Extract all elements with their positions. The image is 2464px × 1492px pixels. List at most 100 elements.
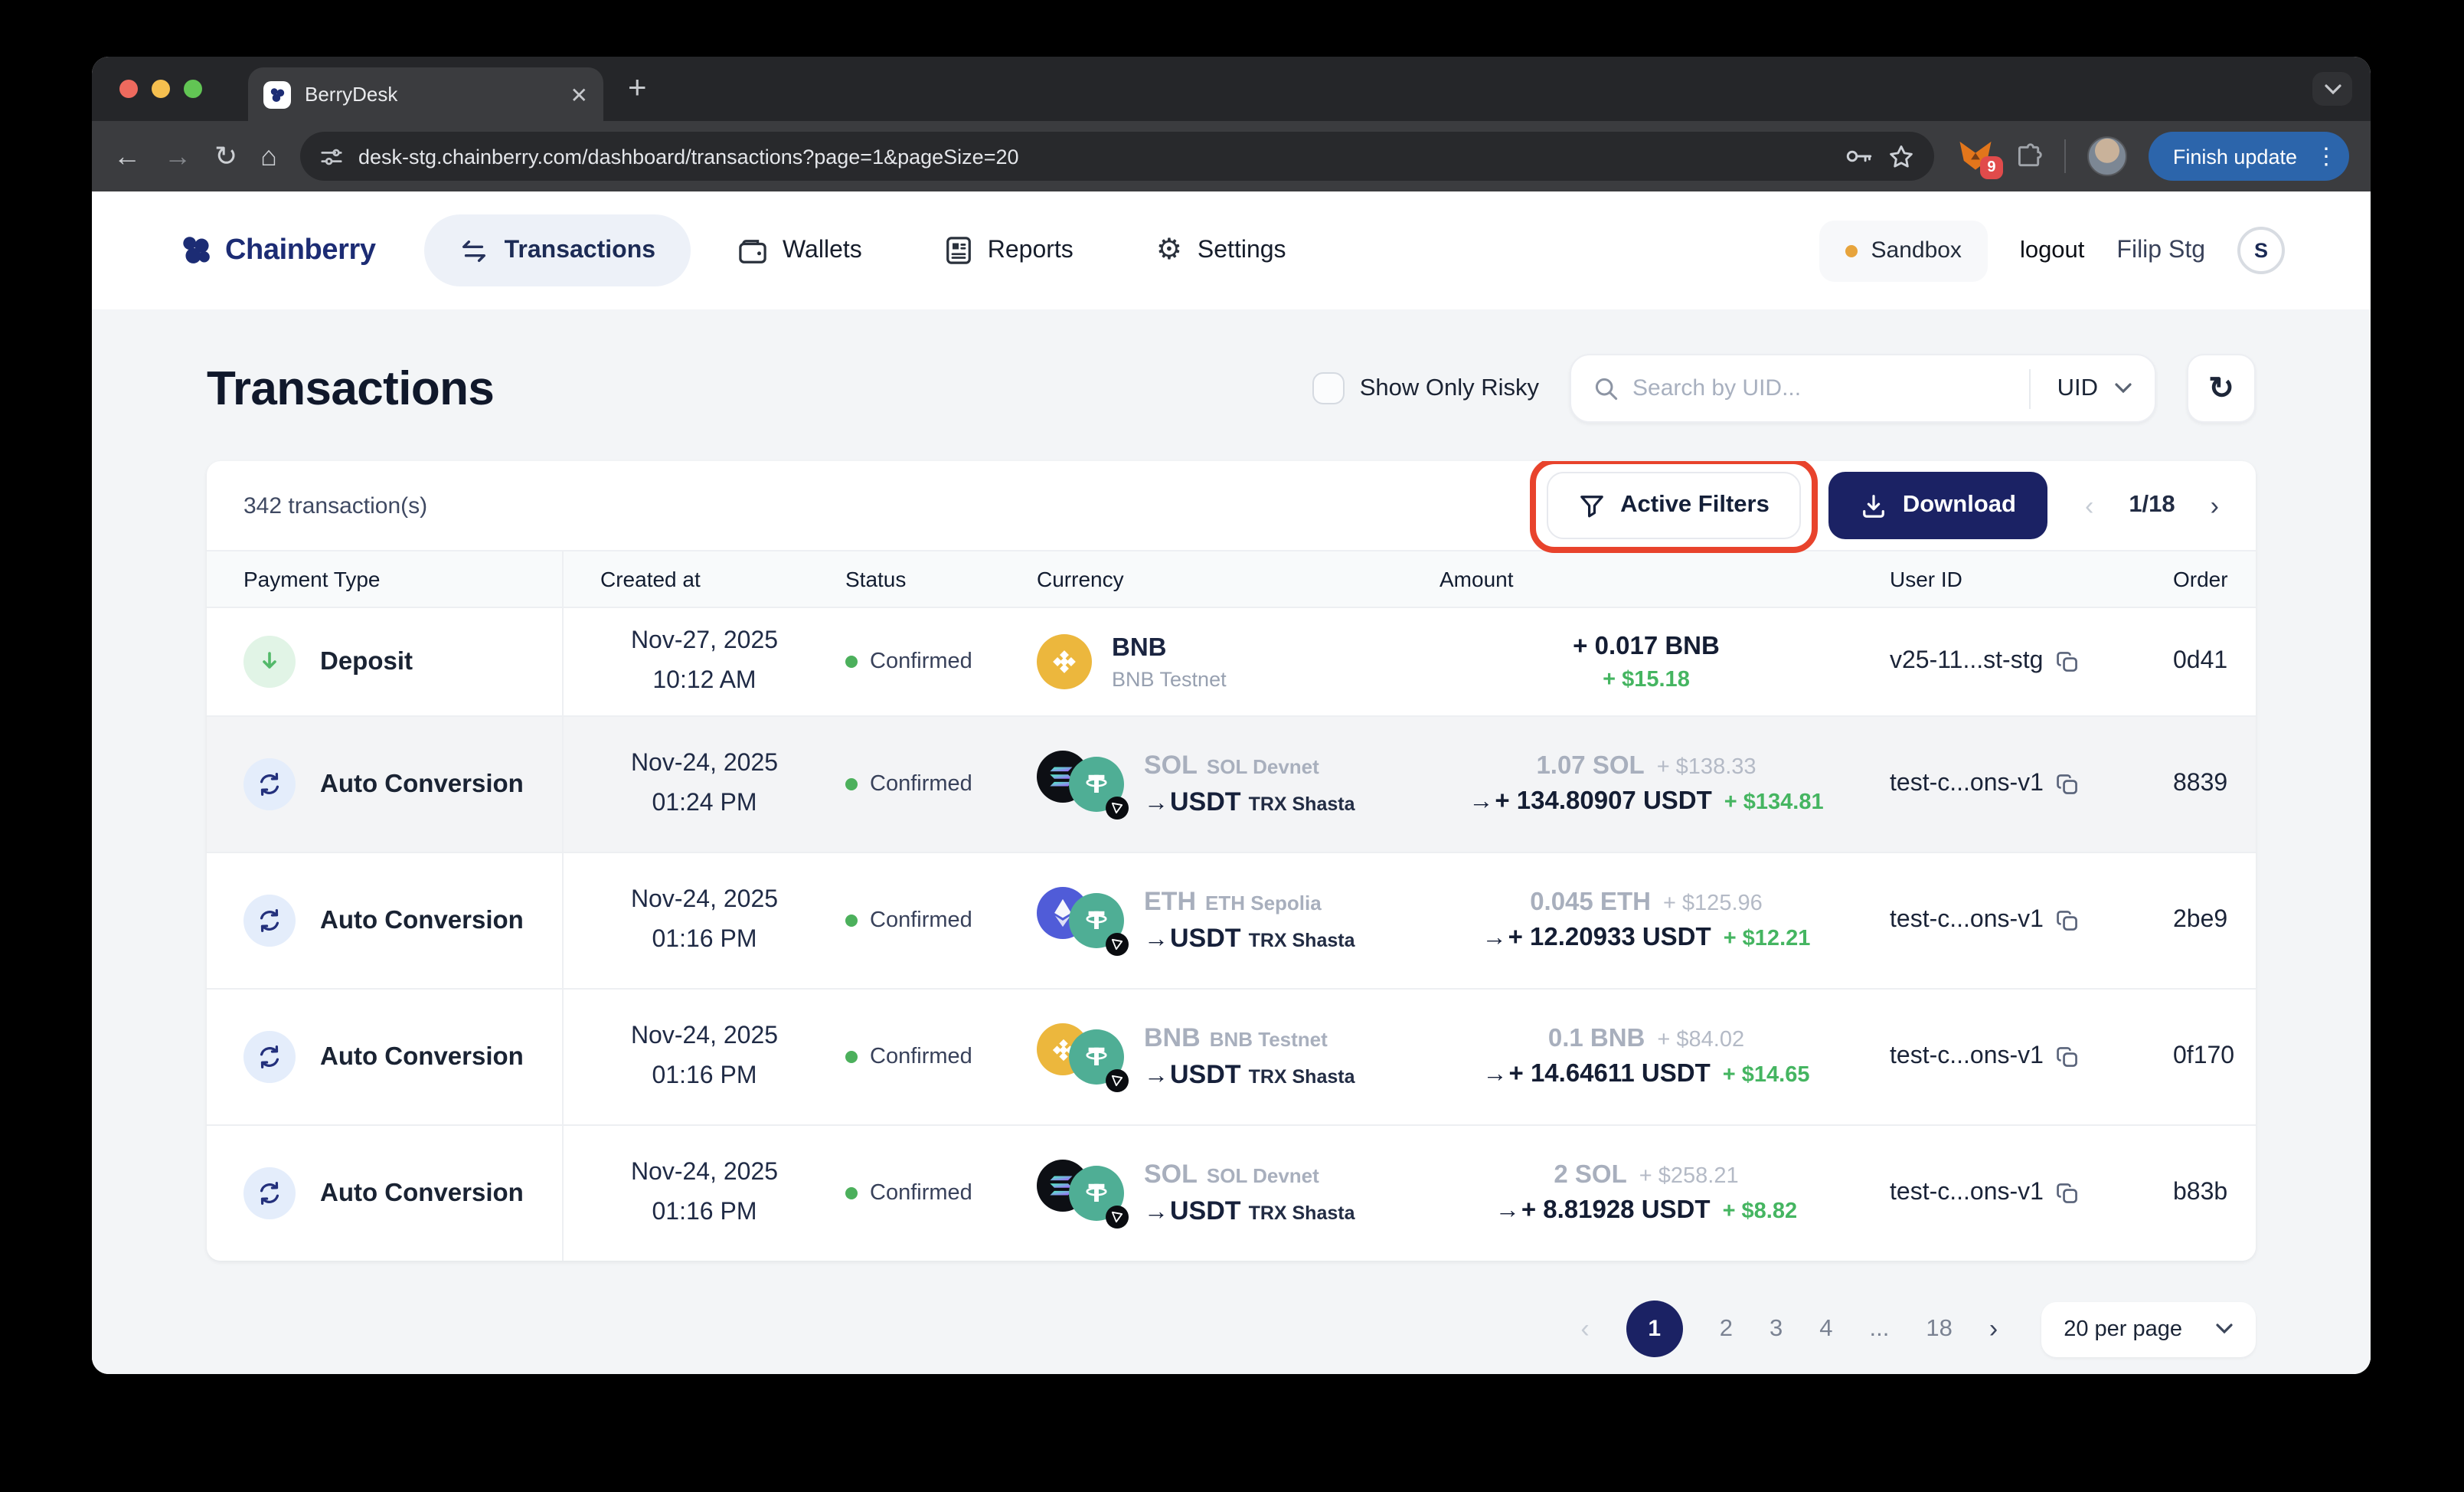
status-label: Confirmed	[870, 908, 972, 933]
header-right: Sandbox logout Filip Stg S	[1819, 220, 2285, 281]
nav-settings[interactable]: ⚙ Settings	[1121, 214, 1322, 286]
usdt-icon	[1069, 1166, 1129, 1229]
from-coin: ETH	[1144, 887, 1196, 916]
url-text[interactable]: desk-stg.chainberry.com/dashboard/transa…	[358, 145, 1830, 168]
toolbar-divider	[2064, 139, 2066, 173]
trx-badge-icon	[1106, 1206, 1129, 1229]
tab-close-icon[interactable]: ✕	[570, 83, 588, 105]
usdt-icon	[1069, 893, 1129, 956]
search-input[interactable]	[1632, 375, 2016, 401]
arrow-right-icon: →	[1482, 925, 1507, 951]
nav-reports[interactable]: Reports	[910, 214, 1109, 286]
window-controls[interactable]	[119, 80, 202, 98]
arrow-right-icon: →	[1469, 789, 1494, 815]
order-id-value: 2be9	[2173, 907, 2228, 933]
metamask-badge: 9	[1979, 156, 2003, 179]
user-avatar[interactable]: S	[2237, 227, 2285, 274]
new-tab-button[interactable]: +	[628, 70, 647, 107]
berrydesk-favicon	[263, 80, 291, 108]
chevron-down-icon[interactable]	[2115, 383, 2132, 394]
pagination-page-1[interactable]: 1	[1626, 1301, 1683, 1357]
to-amount: + 12.20933 USDT	[1508, 924, 1711, 951]
table-row[interactable]: Auto Conversion Nov-24, 2025 01:16 PM Co…	[207, 852, 2256, 988]
transaction-count: 342 transaction(s)	[243, 492, 428, 519]
from-fiat: + $84.02	[1657, 1028, 1745, 1052]
table-row[interactable]: Auto Conversion Nov-24, 2025 01:16 PM Co…	[207, 1124, 2256, 1261]
risky-checkbox[interactable]	[1312, 372, 1345, 404]
user-id-value: test-c...ons-v1	[1890, 771, 2044, 797]
table-row[interactable]: Auto Conversion Nov-24, 2025 01:16 PM Co…	[207, 988, 2256, 1124]
usdt-icon	[1069, 757, 1129, 820]
site-settings-icon[interactable]	[320, 145, 343, 168]
zoom-window-button[interactable]	[184, 80, 202, 98]
chainberry-logo[interactable]: Chainberry	[178, 233, 376, 268]
copy-icon[interactable]	[2056, 772, 2080, 797]
tab-search-button[interactable]	[2312, 72, 2352, 106]
from-coin: SOL	[1144, 751, 1198, 780]
pagination-page-4[interactable]: 4	[1819, 1315, 1832, 1343]
metamask-icon[interactable]: 9	[1957, 139, 2003, 179]
sandbox-dot-icon	[1845, 244, 1858, 257]
per-page-select[interactable]: 20 per page	[2041, 1301, 2256, 1356]
extensions-puzzle-icon[interactable]	[2015, 142, 2043, 170]
browser-menu-icon[interactable]: ⋮	[2309, 142, 2343, 170]
home-icon[interactable]: ⌂	[260, 142, 277, 170]
status-dot	[845, 1051, 858, 1063]
copy-icon[interactable]	[2056, 1181, 2080, 1206]
risky-label: Show Only Risky	[1359, 375, 1539, 401]
password-key-icon[interactable]	[1845, 146, 1873, 167]
order-id-value: b83b	[2173, 1180, 2228, 1206]
copy-icon[interactable]	[2055, 649, 2080, 674]
to-coin: USDT	[1170, 924, 1241, 953]
table-row[interactable]: Auto Conversion Nov-24, 2025 01:24 PM Co…	[207, 715, 2256, 852]
report-icon	[946, 237, 971, 264]
pagination-next-icon[interactable]: ›	[1989, 1316, 1998, 1342]
download-button[interactable]: Download	[1828, 472, 2048, 539]
close-window-button[interactable]	[119, 80, 138, 98]
user-id-value: test-c...ons-v1	[1890, 1180, 2044, 1206]
coin-network: BNB Testnet	[1112, 667, 1227, 690]
copy-icon[interactable]	[2056, 1045, 2080, 1069]
col-created-at: Created at	[600, 567, 701, 591]
bnb-to-usdt-icons	[1037, 1019, 1129, 1095]
card-toolbar-actions: Active Filters Download ‹ 1/18 ›	[1530, 461, 2219, 553]
back-icon[interactable]: ←	[113, 142, 141, 170]
pagination-page-18[interactable]: 18	[1926, 1315, 1953, 1343]
to-fiat: + $134.81	[1724, 790, 1824, 815]
from-amount: 1.07 SOL	[1536, 752, 1645, 780]
to-coin: USDT	[1170, 1060, 1241, 1089]
address-bar[interactable]: desk-stg.chainberry.com/dashboard/transa…	[299, 132, 1934, 181]
nav-wallets[interactable]: Wallets	[703, 214, 897, 286]
app-header: Chainberry Transactions Wallets Reports	[92, 191, 2371, 309]
pagination-prev-icon[interactable]: ‹	[1580, 1316, 1589, 1342]
search-filter-value[interactable]: UID	[2057, 375, 2098, 402]
pager-prev-icon[interactable]: ‹	[2085, 492, 2093, 519]
pagination-page-3[interactable]: 3	[1770, 1315, 1783, 1343]
nav-transactions[interactable]: Transactions	[424, 214, 691, 286]
logout-link[interactable]: logout	[2020, 237, 2084, 264]
finish-update-button[interactable]: Finish update ⋮	[2148, 132, 2349, 181]
col-amount: Amount	[1440, 567, 1514, 591]
refresh-button[interactable]: ↻	[2187, 354, 2256, 423]
search-box[interactable]: UID	[1570, 354, 2156, 423]
minimize-window-button[interactable]	[152, 80, 170, 98]
reload-icon[interactable]: ↻	[214, 142, 237, 170]
copy-icon[interactable]	[2056, 908, 2080, 933]
table-row[interactable]: Deposit Nov-27, 2025 10:12 AM Confirmed	[207, 607, 2256, 715]
to-fiat: + $14.65	[1722, 1063, 1810, 1088]
from-network: ETH Sepolia	[1205, 892, 1322, 915]
pagination-page-2[interactable]: 2	[1720, 1315, 1733, 1343]
usdt-icon	[1069, 1029, 1129, 1092]
bookmark-star-icon[interactable]	[1888, 143, 1914, 169]
pager-next-icon[interactable]: ›	[2211, 492, 2219, 519]
to-amount: + 8.81928 USDT	[1521, 1196, 1711, 1224]
browser-tab[interactable]: BerryDesk ✕	[248, 67, 603, 121]
show-only-risky[interactable]: Show Only Risky	[1312, 372, 1539, 404]
browser-profile-avatar[interactable]	[2087, 136, 2127, 176]
from-network: SOL Devnet	[1206, 755, 1319, 778]
active-filters-button[interactable]: Active Filters	[1547, 472, 1802, 539]
payment-type-label: Auto Conversion	[320, 906, 524, 934]
active-filters-wrap: Active Filters	[1530, 461, 1819, 553]
forward-icon[interactable]: →	[164, 142, 191, 170]
page-indicator: 1/18	[2129, 492, 2175, 518]
